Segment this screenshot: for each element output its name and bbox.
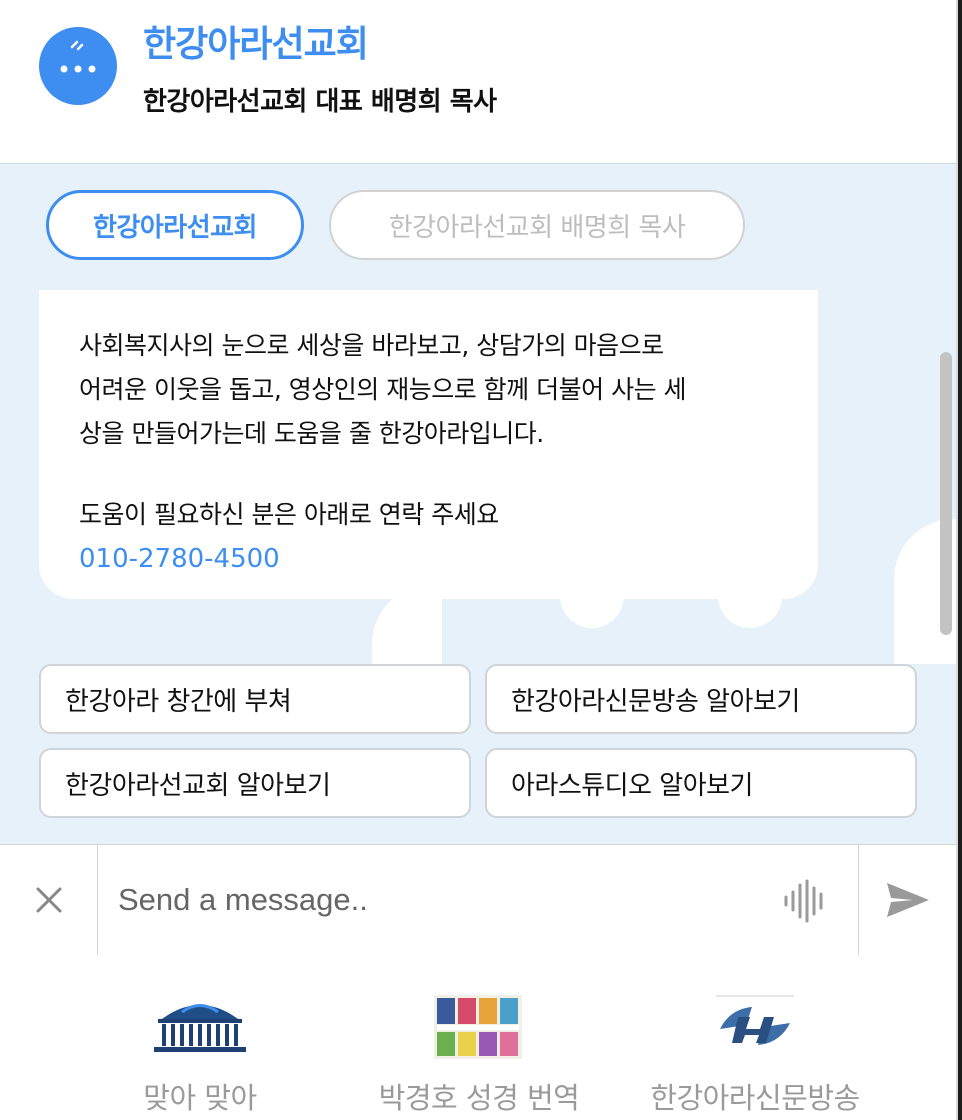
assembly-building-icon [152,997,248,1055]
footer-link-label: 맞아 맞아 [143,1081,257,1115]
message-line: 도움이 필요하신 분은 아래로 연락 주세요 [79,500,499,529]
tab-label: 한강아라선교회 배명희 목사 [388,212,686,243]
tab-label: 한강아라선교회 [93,212,257,243]
message-line: 상을 만들어가는데 도움을 줄 한강아라입니다. [79,419,544,448]
scrollbar[interactable] [938,352,954,635]
scrollbar-thumb[interactable] [940,352,952,635]
footer-link-hangang-ara-news[interactable]: 한강아라신문방송 [640,955,870,1120]
chat-area: 한강아라선교회 한강아라선교회 배명희 목사 사회복지사의 눈으로 세상을 바라… [0,164,956,844]
message-composer [0,844,956,956]
close-button[interactable] [0,845,98,955]
footer-link-label: 박경호 성경 번역 [378,1081,580,1115]
footer-links: 맞아 맞아 박경호 성경 번역 한강아라신문방송 [0,955,956,1120]
message-line: 사회복지사의 눈으로 세상을 바라보고, 상담가의 마음으로 [79,331,664,360]
tab-hangang-ara-mission[interactable]: 한강아라선교회 [46,190,304,260]
message-input[interactable] [98,845,857,955]
bot-message-bubble: 사회복지사의 눈으로 세상을 바라보고, 상담가의 마음으로 어려운 이웃을 돕… [39,290,818,599]
quick-reply-button[interactable]: 한강아라선교회 알아보기 [39,748,471,818]
quick-reply-button[interactable]: 아라스튜디오 알아보기 [485,748,917,818]
bot-avatar-icon [39,27,117,105]
h-logo-icon [716,995,794,1045]
quick-reply-button[interactable]: 한강아라신문방송 알아보기 [485,664,917,734]
message-line: 어려운 이웃을 돕고, 영상인의 재능으로 함께 더불어 사는 세 [79,375,687,404]
voice-input-icon[interactable] [782,879,828,923]
footer-link-matah[interactable]: 맞아 맞아 [100,955,300,1120]
chat-header: 한강아라선교회 한강아라선교회 대표 배명희 목사 [0,0,956,164]
header-title: 한강아라선교회 [143,24,369,65]
bible-books-icon [434,995,522,1059]
tab-pastor-bae[interactable]: 한강아라선교회 배명희 목사 [329,190,745,260]
header-subtitle: 한강아라선교회 대표 배명희 목사 [143,87,497,117]
send-icon [887,883,929,917]
quick-reply-button[interactable]: 한강아라 창간에 부쳐 [39,664,471,734]
window-edge [958,0,962,1120]
footer-link-label: 한강아라신문방송 [650,1081,860,1115]
phone-link[interactable]: 010-2780-4500 [79,537,778,581]
close-icon [36,887,61,913]
footer-link-bible-translation[interactable]: 박경호 성경 번역 [370,955,588,1120]
send-button[interactable] [858,845,957,955]
